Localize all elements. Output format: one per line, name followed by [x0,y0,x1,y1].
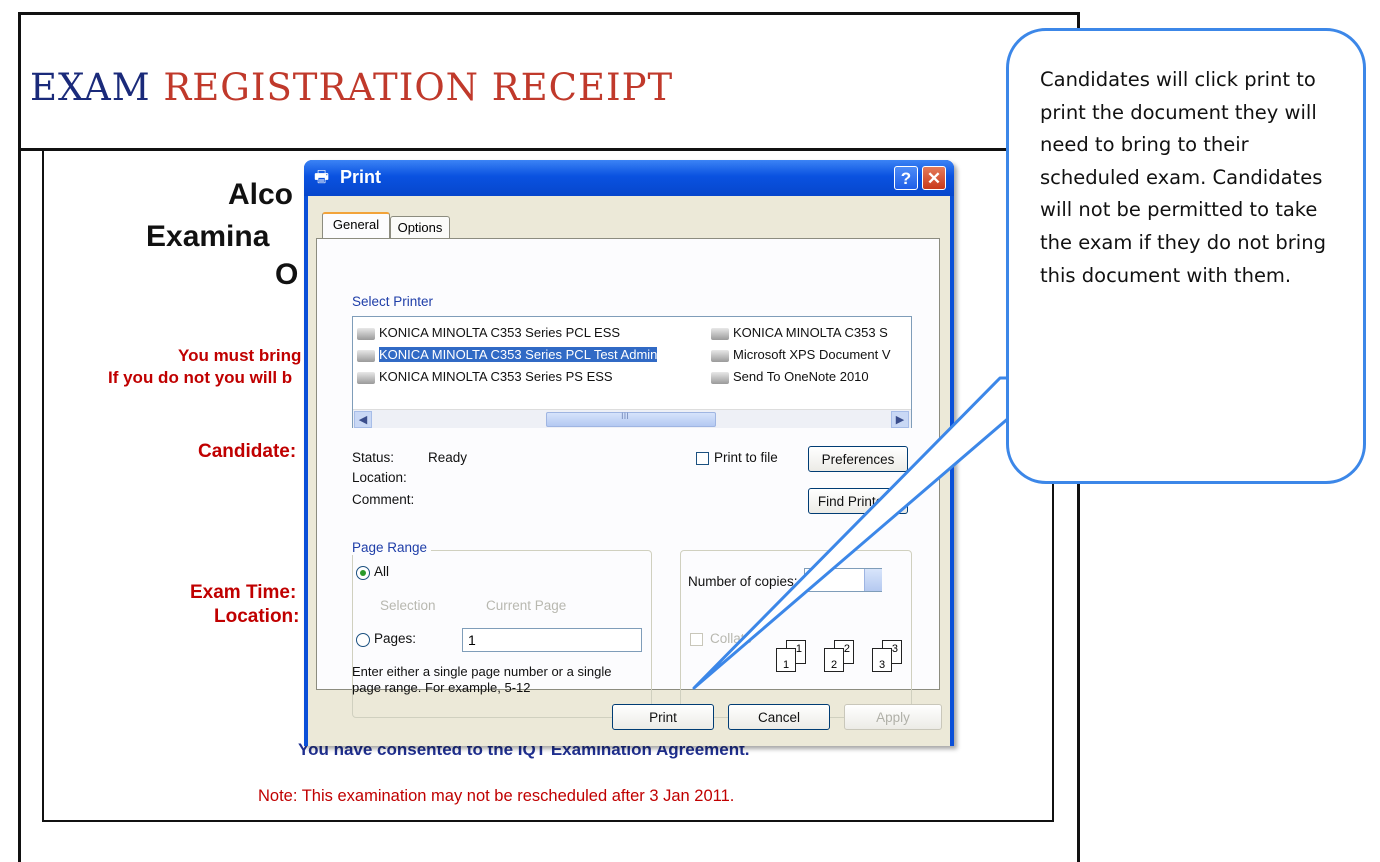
callout-text: Candidates will click print to print the… [1040,68,1326,287]
tab-general[interactable]: General [322,212,390,238]
